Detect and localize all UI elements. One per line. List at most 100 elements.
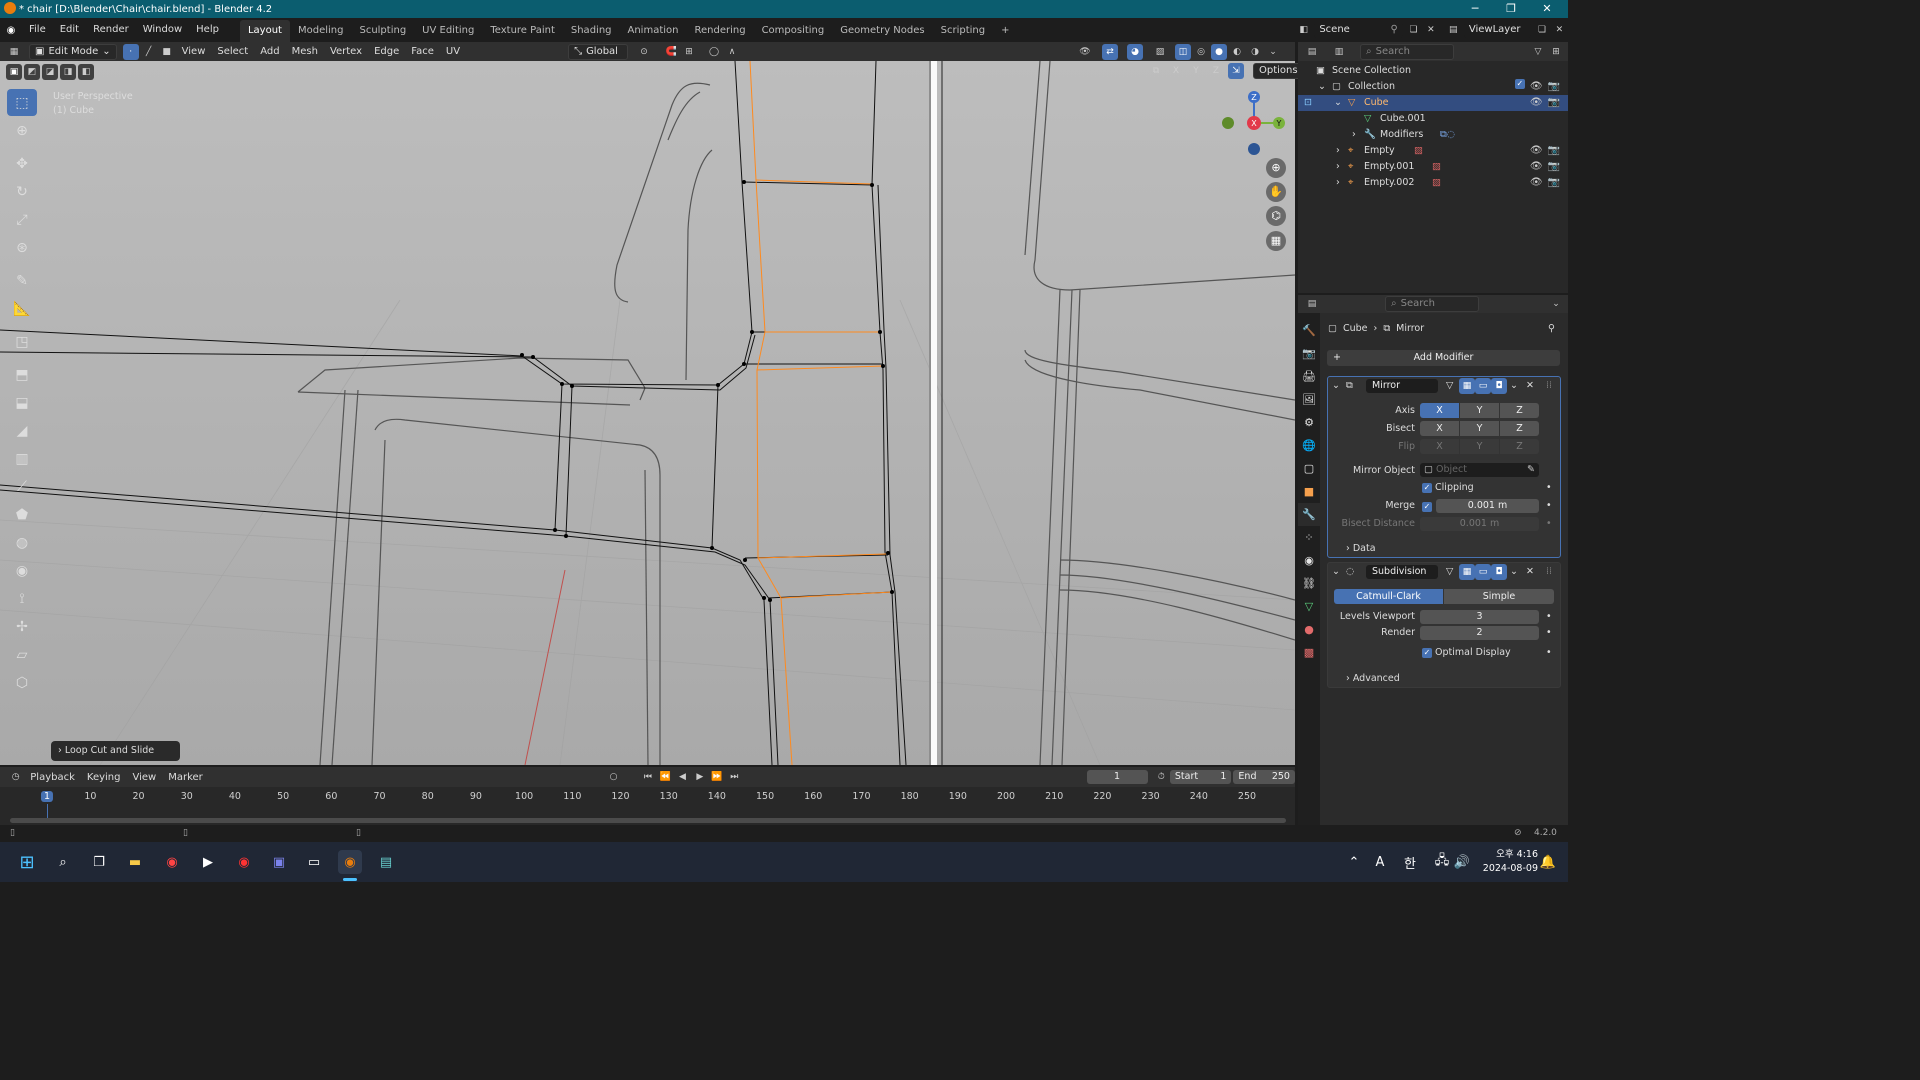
keyframe-dot-icon[interactable]: •	[1546, 611, 1552, 622]
keyframe-dot-icon[interactable]: •	[1546, 500, 1552, 511]
chevron-down-icon[interactable]: ⌄	[1510, 380, 1518, 391]
blender-taskbar-icon[interactable]: ◉	[338, 850, 362, 874]
camera-icon[interactable]: 📷	[1548, 175, 1560, 191]
tab-shading[interactable]: Shading	[563, 20, 620, 42]
notification-bell-icon[interactable]: 🔔	[1536, 850, 1560, 874]
eye-icon[interactable]: 👁	[1530, 175, 1543, 191]
menu-select[interactable]: Select	[211, 43, 254, 60]
face-select-icon[interactable]: ■	[159, 44, 175, 60]
vertex-select-icon[interactable]: ·	[122, 43, 139, 60]
drag-handle-icon[interactable]: ⁞⁞	[1546, 380, 1552, 391]
add-cube-tool-icon[interactable]: ◳	[7, 328, 37, 355]
modifier-name-field[interactable]: Mirror	[1366, 379, 1438, 393]
merge-distance-field[interactable]: 0.001 m	[1436, 499, 1539, 513]
clipping-checkbox-row[interactable]: ✓ Clipping	[1422, 482, 1474, 493]
menu-add[interactable]: Add	[254, 43, 285, 60]
delete-viewlayer-icon[interactable]: ✕	[1552, 22, 1567, 38]
remove-modifier-icon[interactable]: ✕	[1526, 566, 1534, 577]
chevron-right-icon[interactable]: ›	[1336, 175, 1340, 191]
add-workspace-icon[interactable]: +	[993, 20, 1017, 42]
file-explorer-icon[interactable]: ▬	[123, 850, 147, 874]
tool-tab-icon[interactable]: 🔨	[1298, 319, 1320, 342]
shear-tool-icon[interactable]: ▱	[7, 641, 37, 668]
particles-tab-icon[interactable]: ⁘	[1298, 526, 1320, 549]
terminal-icon[interactable]: ▭	[302, 850, 326, 874]
preview-range-icon[interactable]: ⏱	[1154, 769, 1169, 785]
optimal-display-checkbox[interactable]: ✓	[1422, 647, 1432, 658]
close-window-icon[interactable]: ✕	[1528, 0, 1566, 18]
play-reverse-icon[interactable]: ◀	[675, 769, 690, 785]
edit-mode-display-icon[interactable]: ▽	[1446, 566, 1453, 577]
menu-view[interactable]: View	[176, 43, 212, 60]
timeline-scrollbar[interactable]	[10, 818, 1286, 823]
pin-icon[interactable]: ⚲	[1548, 323, 1555, 334]
mode-dropdown[interactable]: ▣ Edit Mode ⌄	[29, 43, 117, 60]
tab-geometry-nodes[interactable]: Geometry Nodes	[832, 20, 932, 42]
outliner-row-empty-001[interactable]: › ⌖ Empty.001 ▨ 👁 📷	[1298, 159, 1568, 175]
properties-editor-icon[interactable]: ▤	[1304, 296, 1320, 312]
shrink-fatten-tool-icon[interactable]: ✢	[7, 613, 37, 640]
visibility-icon[interactable]: 👁	[1077, 44, 1093, 60]
pin-icon[interactable]: ⚲	[1391, 23, 1398, 37]
3d-viewport[interactable]: Z X Y ⊕ ✋ ⌬ ▦	[0, 61, 1295, 765]
gizmo-neg-y-icon[interactable]	[1222, 117, 1234, 129]
playhead-line[interactable]	[47, 804, 48, 818]
media-player-icon[interactable]: ▶	[196, 850, 220, 874]
camera-icon[interactable]: 📷	[1548, 143, 1560, 159]
chevron-right-icon[interactable]: ›	[1336, 159, 1340, 175]
filter-icon[interactable]: ▽	[1530, 44, 1546, 60]
view-layer-tab-icon[interactable]: 🖼	[1298, 388, 1320, 411]
modifier-tab-icon[interactable]: 🔧	[1298, 503, 1320, 526]
play-icon[interactable]: ▶	[692, 769, 707, 785]
render-tab-icon[interactable]: 📷	[1298, 342, 1320, 365]
display-mode-icon[interactable]: ▥	[1331, 44, 1347, 60]
menu-uv[interactable]: UV	[440, 43, 466, 60]
axis-y-toggle[interactable]: Y	[1460, 403, 1499, 418]
xray-toggle-icon[interactable]: ◫	[1175, 43, 1191, 60]
clipping-checkbox[interactable]: ✓	[1422, 482, 1432, 493]
chevron-up-icon[interactable]: ⌃	[1342, 850, 1366, 874]
camera-icon[interactable]: 📷	[1548, 95, 1560, 111]
on-cage-icon[interactable]: ▦	[1459, 378, 1475, 394]
rotate-tool-icon[interactable]: ↻	[7, 178, 37, 205]
on-cage-icon[interactable]: ▦	[1459, 564, 1475, 580]
bisect-z-toggle[interactable]: Z	[1500, 421, 1539, 436]
pivot-icon[interactable]: ⊙	[636, 44, 652, 60]
tab-sculpting[interactable]: Sculpting	[351, 20, 414, 42]
restore-icon[interactable]: ❐	[1492, 0, 1530, 18]
camera-view-icon[interactable]: ⌬	[1266, 206, 1286, 226]
scene-dropdown[interactable]: Scene ⚲	[1314, 22, 1403, 38]
eye-icon[interactable]: 👁	[1530, 159, 1543, 175]
render-levels-field[interactable]: 2	[1420, 626, 1539, 640]
output-tab-icon[interactable]: 🖨	[1298, 365, 1320, 388]
scale-tool-icon[interactable]: ⤢	[7, 206, 37, 233]
select-new-icon[interactable]: ▣	[6, 64, 22, 80]
clock[interactable]: 오후 4:16 2024-08-09	[1478, 848, 1538, 876]
solid-shading-icon[interactable]: ●	[1211, 43, 1227, 60]
tab-animation[interactable]: Animation	[620, 20, 687, 42]
chevron-right-icon[interactable]: ›	[1336, 143, 1340, 159]
realtime-display-icon[interactable]: ▭	[1475, 378, 1491, 394]
chrome-icon[interactable]: ◉	[160, 850, 184, 874]
keyframe-dot-icon[interactable]: •	[1546, 647, 1552, 658]
select-box-tool-icon[interactable]: ⬚	[7, 89, 37, 116]
viewlayer-dropdown[interactable]: ViewLayer	[1463, 22, 1532, 38]
texture-tab-icon[interactable]: ▩	[1298, 641, 1320, 664]
move-tool-icon[interactable]: ✥	[7, 150, 37, 177]
remove-modifier-icon[interactable]: ✕	[1526, 380, 1534, 391]
edge-select-icon[interactable]: ╱	[141, 44, 157, 60]
jump-start-icon[interactable]: ⏮	[640, 769, 655, 785]
outliner-row-collection[interactable]: ⌄ ▢ Collection ✓ 👁 📷	[1298, 79, 1568, 95]
chevron-down-icon[interactable]: ⌄	[1510, 566, 1518, 577]
advanced-subpanel[interactable]: › Advanced	[1346, 673, 1400, 684]
wireframe-shading-icon[interactable]: ◎	[1193, 44, 1209, 60]
chevron-right-icon[interactable]: ›	[1352, 127, 1356, 143]
outliner-row-empty-002[interactable]: › ⌖ Empty.002 ▨ 👁 📷	[1298, 175, 1568, 191]
mirror-y-toggle[interactable]: Y	[1188, 63, 1204, 79]
menu-marker[interactable]: Marker	[162, 769, 209, 786]
outliner-row-cube[interactable]: ⊡ ⌄ ▽ Cube 👁 📷	[1298, 95, 1568, 111]
menu-timeline-view[interactable]: View	[126, 769, 162, 786]
blender-menu-icon[interactable]: ◉	[0, 25, 22, 36]
delete-scene-icon[interactable]: ✕	[1423, 22, 1438, 38]
proportional-edit-icon[interactable]: ◯	[706, 44, 722, 60]
